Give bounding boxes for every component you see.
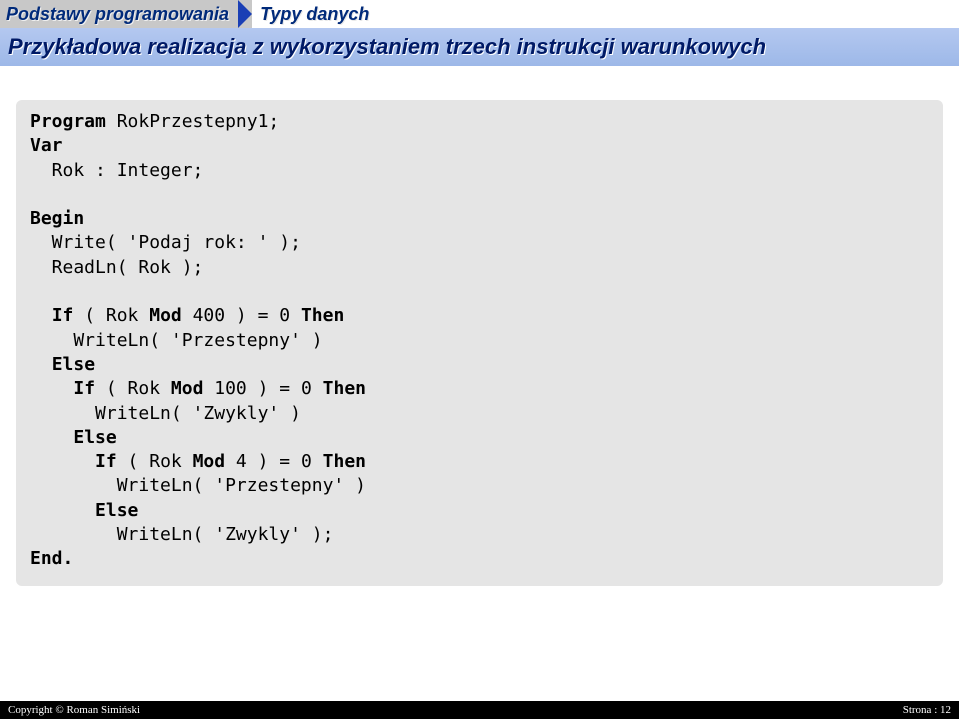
code-text [30,378,73,399]
code-text: WriteLn( 'Przestepny' ) [30,330,323,351]
code-keyword: Mod [149,305,182,326]
code-keyword: Then [301,305,344,326]
code-text: 4 ) = 0 [225,451,323,472]
code-text: RokPrzestepny1; [106,111,279,132]
code-text [30,500,95,521]
code-keyword: Else [52,354,95,375]
footer-bar: Copyright © Roman Simiński Strona : 12 [0,701,959,719]
code-keyword: Else [73,427,116,448]
code-keyword: Else [95,500,138,521]
code-keyword: Mod [193,451,226,472]
code-text: ( Rok [73,305,149,326]
breadcrumb-separator [239,0,252,28]
code-keyword: If [52,305,74,326]
code-text: Rok : Integer; [30,160,203,181]
code-keyword: If [95,451,117,472]
code-keyword: Begin [30,208,84,229]
code-text: 400 ) = 0 [182,305,301,326]
code-text: WriteLn( 'Zwykly' ); [30,524,333,545]
code-text [30,427,73,448]
code-block: Program RokPrzestepny1; Var Rok : Intege… [16,100,943,586]
breadcrumb-section: Podstawy programowania [0,0,239,28]
code-keyword: End. [30,548,73,569]
code-text [30,354,52,375]
footer-page-number: Strona : 12 [903,704,951,716]
code-keyword: Then [323,378,366,399]
slide-title: Przykładowa realizacja z wykorzystaniem … [0,28,959,66]
code-text [30,305,52,326]
code-keyword: Mod [171,378,204,399]
code-text: ( Rok [117,451,193,472]
code-text: ReadLn( Rok ); [30,257,203,278]
slide-content: Program RokPrzestepny1; Var Rok : Intege… [0,66,959,602]
code-text: Write( 'Podaj rok: ' ); [30,232,301,253]
footer-copyright: Copyright © Roman Simiński [8,704,140,716]
code-keyword: Then [323,451,366,472]
code-text [30,451,95,472]
chevron-right-icon [238,0,252,28]
code-keyword: If [73,378,95,399]
code-text: WriteLn( 'Przestepny' ) [30,475,366,496]
breadcrumb-topic: Typy danych [252,0,379,28]
breadcrumb-bar: Podstawy programowania Typy danych [0,0,959,28]
code-keyword: Var [30,135,63,156]
code-text: 100 ) = 0 [203,378,322,399]
code-keyword: Program [30,111,106,132]
code-text: WriteLn( 'Zwykly' ) [30,403,301,424]
code-text: ( Rok [95,378,171,399]
